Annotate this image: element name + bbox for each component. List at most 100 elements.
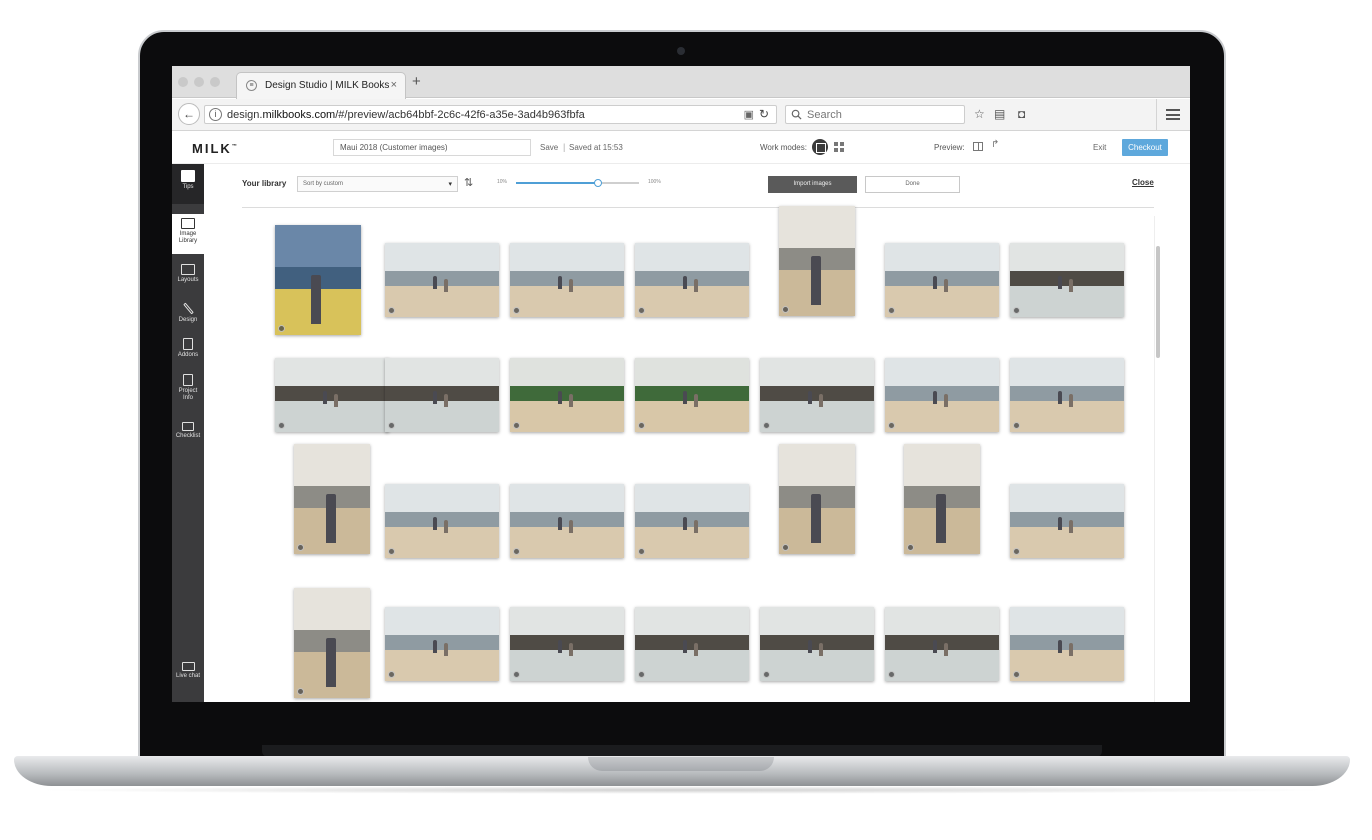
photo-figure xyxy=(557,391,562,405)
photo-ground xyxy=(1010,649,1124,681)
used-check-icon[interactable] xyxy=(1013,307,1020,314)
used-check-icon[interactable] xyxy=(388,307,395,314)
photo-figure xyxy=(444,393,449,407)
photo-thumbnail[interactable] xyxy=(275,225,361,335)
used-check-icon[interactable] xyxy=(388,422,395,429)
photo-thumbnail[interactable] xyxy=(385,358,499,432)
photo-figure xyxy=(1057,640,1062,654)
photo-figure xyxy=(432,391,437,405)
used-check-icon[interactable] xyxy=(278,325,285,332)
photo-figure xyxy=(569,519,574,533)
photo-ground xyxy=(510,649,624,681)
used-check-icon[interactable] xyxy=(763,422,770,429)
photo-figure xyxy=(334,393,339,407)
used-check-icon[interactable] xyxy=(638,307,645,314)
used-check-icon[interactable] xyxy=(888,307,895,314)
photo-ground xyxy=(385,526,499,558)
used-check-icon[interactable] xyxy=(388,548,395,555)
photo-figure xyxy=(1057,276,1062,290)
used-check-icon[interactable] xyxy=(1013,548,1020,555)
photo-figure xyxy=(694,278,699,292)
used-check-icon[interactable] xyxy=(1013,671,1020,678)
photo-thumbnail[interactable] xyxy=(1010,607,1124,681)
photo-figure xyxy=(325,637,336,687)
photo-thumbnail[interactable] xyxy=(635,358,749,432)
photo-figure xyxy=(322,391,327,405)
photo-ground xyxy=(885,400,999,432)
photo-ground xyxy=(1010,526,1124,558)
used-check-icon[interactable] xyxy=(888,671,895,678)
photo-thumbnail[interactable] xyxy=(294,588,370,698)
photo-thumbnail[interactable] xyxy=(885,607,999,681)
used-check-icon[interactable] xyxy=(513,307,520,314)
photo-thumbnail[interactable] xyxy=(275,358,389,432)
photo-figure xyxy=(557,517,562,531)
photo-thumbnail[interactable] xyxy=(779,444,855,554)
laptop-notch xyxy=(588,757,774,771)
scrollbar-thumb[interactable] xyxy=(1156,246,1160,358)
used-check-icon[interactable] xyxy=(907,544,914,551)
photo-ground xyxy=(510,285,624,317)
photo-thumbnail[interactable] xyxy=(510,243,624,317)
used-check-icon[interactable] xyxy=(638,422,645,429)
photo-thumbnail[interactable] xyxy=(635,607,749,681)
photo-figure xyxy=(432,276,437,290)
photo-ground xyxy=(385,400,499,432)
used-check-icon[interactable] xyxy=(763,671,770,678)
used-check-icon[interactable] xyxy=(513,422,520,429)
photo-thumbnail[interactable] xyxy=(510,607,624,681)
photo-thumbnail[interactable] xyxy=(385,484,499,558)
photo-figure xyxy=(1069,519,1074,533)
photo-figure xyxy=(944,278,949,292)
photo-ground xyxy=(885,649,999,681)
used-check-icon[interactable] xyxy=(782,544,789,551)
used-check-icon[interactable] xyxy=(297,688,304,695)
photo-thumbnail[interactable] xyxy=(760,358,874,432)
photo-thumbnail[interactable] xyxy=(385,607,499,681)
camera-icon xyxy=(677,47,685,55)
photo-thumbnail[interactable] xyxy=(510,484,624,558)
photo-thumbnail[interactable] xyxy=(635,484,749,558)
photo-figure xyxy=(557,640,562,654)
used-check-icon[interactable] xyxy=(513,671,520,678)
used-check-icon[interactable] xyxy=(638,548,645,555)
used-check-icon[interactable] xyxy=(638,671,645,678)
photo-figure xyxy=(1069,393,1074,407)
photo-figure xyxy=(444,642,449,656)
photo-figure xyxy=(935,493,946,543)
photo-thumbnail[interactable] xyxy=(885,358,999,432)
photo-figure xyxy=(810,493,821,543)
photo-ground xyxy=(760,649,874,681)
used-check-icon[interactable] xyxy=(782,306,789,313)
photo-figure xyxy=(557,276,562,290)
photo-thumbnail[interactable] xyxy=(904,444,980,554)
used-check-icon[interactable] xyxy=(278,422,285,429)
photo-thumbnail[interactable] xyxy=(1010,358,1124,432)
used-check-icon[interactable] xyxy=(513,548,520,555)
used-check-icon[interactable] xyxy=(1013,422,1020,429)
photo-figure xyxy=(819,642,824,656)
photo-figure xyxy=(819,393,824,407)
photo-figure xyxy=(694,519,699,533)
photo-ground xyxy=(1010,285,1124,317)
photo-thumbnail[interactable] xyxy=(1010,484,1124,558)
photo-thumbnail[interactable] xyxy=(294,444,370,554)
photo-thumbnail[interactable] xyxy=(1010,243,1124,317)
photo-ground xyxy=(385,285,499,317)
photo-figure xyxy=(1069,278,1074,292)
photo-figure xyxy=(432,517,437,531)
used-check-icon[interactable] xyxy=(297,544,304,551)
photo-figure xyxy=(569,642,574,656)
photo-thumbnail[interactable] xyxy=(760,607,874,681)
photo-figure xyxy=(325,493,336,543)
photo-thumbnail[interactable] xyxy=(635,243,749,317)
used-check-icon[interactable] xyxy=(888,422,895,429)
photo-thumbnail[interactable] xyxy=(885,243,999,317)
photo-figure xyxy=(1057,391,1062,405)
photo-figure xyxy=(311,274,322,324)
photo-thumbnail[interactable] xyxy=(779,206,855,316)
photo-thumbnail[interactable] xyxy=(510,358,624,432)
photo-figure xyxy=(569,393,574,407)
used-check-icon[interactable] xyxy=(388,671,395,678)
photo-thumbnail[interactable] xyxy=(385,243,499,317)
